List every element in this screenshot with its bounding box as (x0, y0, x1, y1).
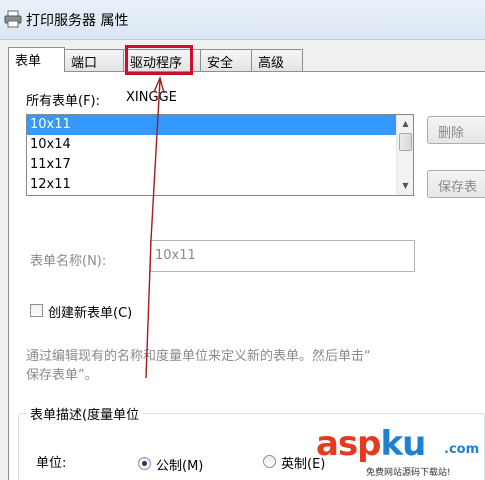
list-item[interactable]: 10x11 (27, 115, 413, 135)
forms-listbox[interactable]: 10x11 10x14 11x17 12x11 ▲ ▼ (26, 114, 414, 196)
form-name-label: 表单名称(N): (30, 254, 107, 269)
create-new-form-checkbox[interactable] (30, 304, 43, 317)
tab-security[interactable]: 安全 (200, 49, 252, 71)
radio-dot-icon (142, 461, 147, 466)
title-bar: 打印服务器 属性 (0, 0, 485, 40)
window-title: 打印服务器 属性 (26, 13, 129, 29)
scroll-down-icon[interactable]: ▼ (399, 179, 412, 192)
site-watermark: aspku .com 免费网站源码下载站! (316, 424, 485, 480)
printer-icon (4, 10, 22, 28)
tab-ports[interactable]: 端口 (64, 49, 124, 71)
imperial-radio[interactable] (263, 455, 276, 468)
tab-forms[interactable]: 表单 (8, 47, 65, 72)
form-name-field[interactable]: 10x11 (150, 240, 415, 272)
list-item[interactable]: 10x14 (27, 135, 413, 155)
list-item[interactable]: 12x11 (27, 175, 413, 195)
tab-advanced[interactable]: 高级 (251, 49, 303, 71)
metric-label[interactable]: 公制(M) (156, 455, 203, 474)
save-form-button-label: 保存表 (438, 180, 478, 195)
form-name-value: 10x11 (155, 248, 196, 263)
scroll-up-icon[interactable]: ▲ (399, 117, 412, 130)
list-item[interactable]: 11x17 (27, 155, 413, 175)
watermark-domain: .com (444, 442, 480, 457)
create-new-form-label[interactable]: 创建新表单(C) (48, 302, 132, 321)
list-scrollbar[interactable]: ▲ ▼ (396, 115, 413, 195)
watermark-tagline: 免费网站源码下载站! (366, 468, 451, 478)
metric-radio[interactable] (138, 457, 151, 470)
delete-button-label: 删除 (438, 126, 465, 141)
description-line-2: 保存表单”。 (26, 368, 98, 383)
drivers-tab-highlight (125, 45, 193, 75)
watermark-logo: aspku (316, 424, 426, 464)
delete-button[interactable]: 删除 (427, 116, 485, 144)
description-line-1: 通过编辑现有的名称和度量单位来定义新的表单。然后单击“ (26, 349, 371, 364)
unit-label: 单位: (36, 456, 67, 471)
server-name: XINGGE (126, 90, 177, 105)
scroll-thumb[interactable] (399, 133, 412, 151)
save-form-button[interactable]: 保存表 (427, 170, 485, 198)
all-forms-label: 所有表单(F): (26, 94, 101, 109)
group-title: 表单描述(度量单位 (26, 404, 144, 423)
